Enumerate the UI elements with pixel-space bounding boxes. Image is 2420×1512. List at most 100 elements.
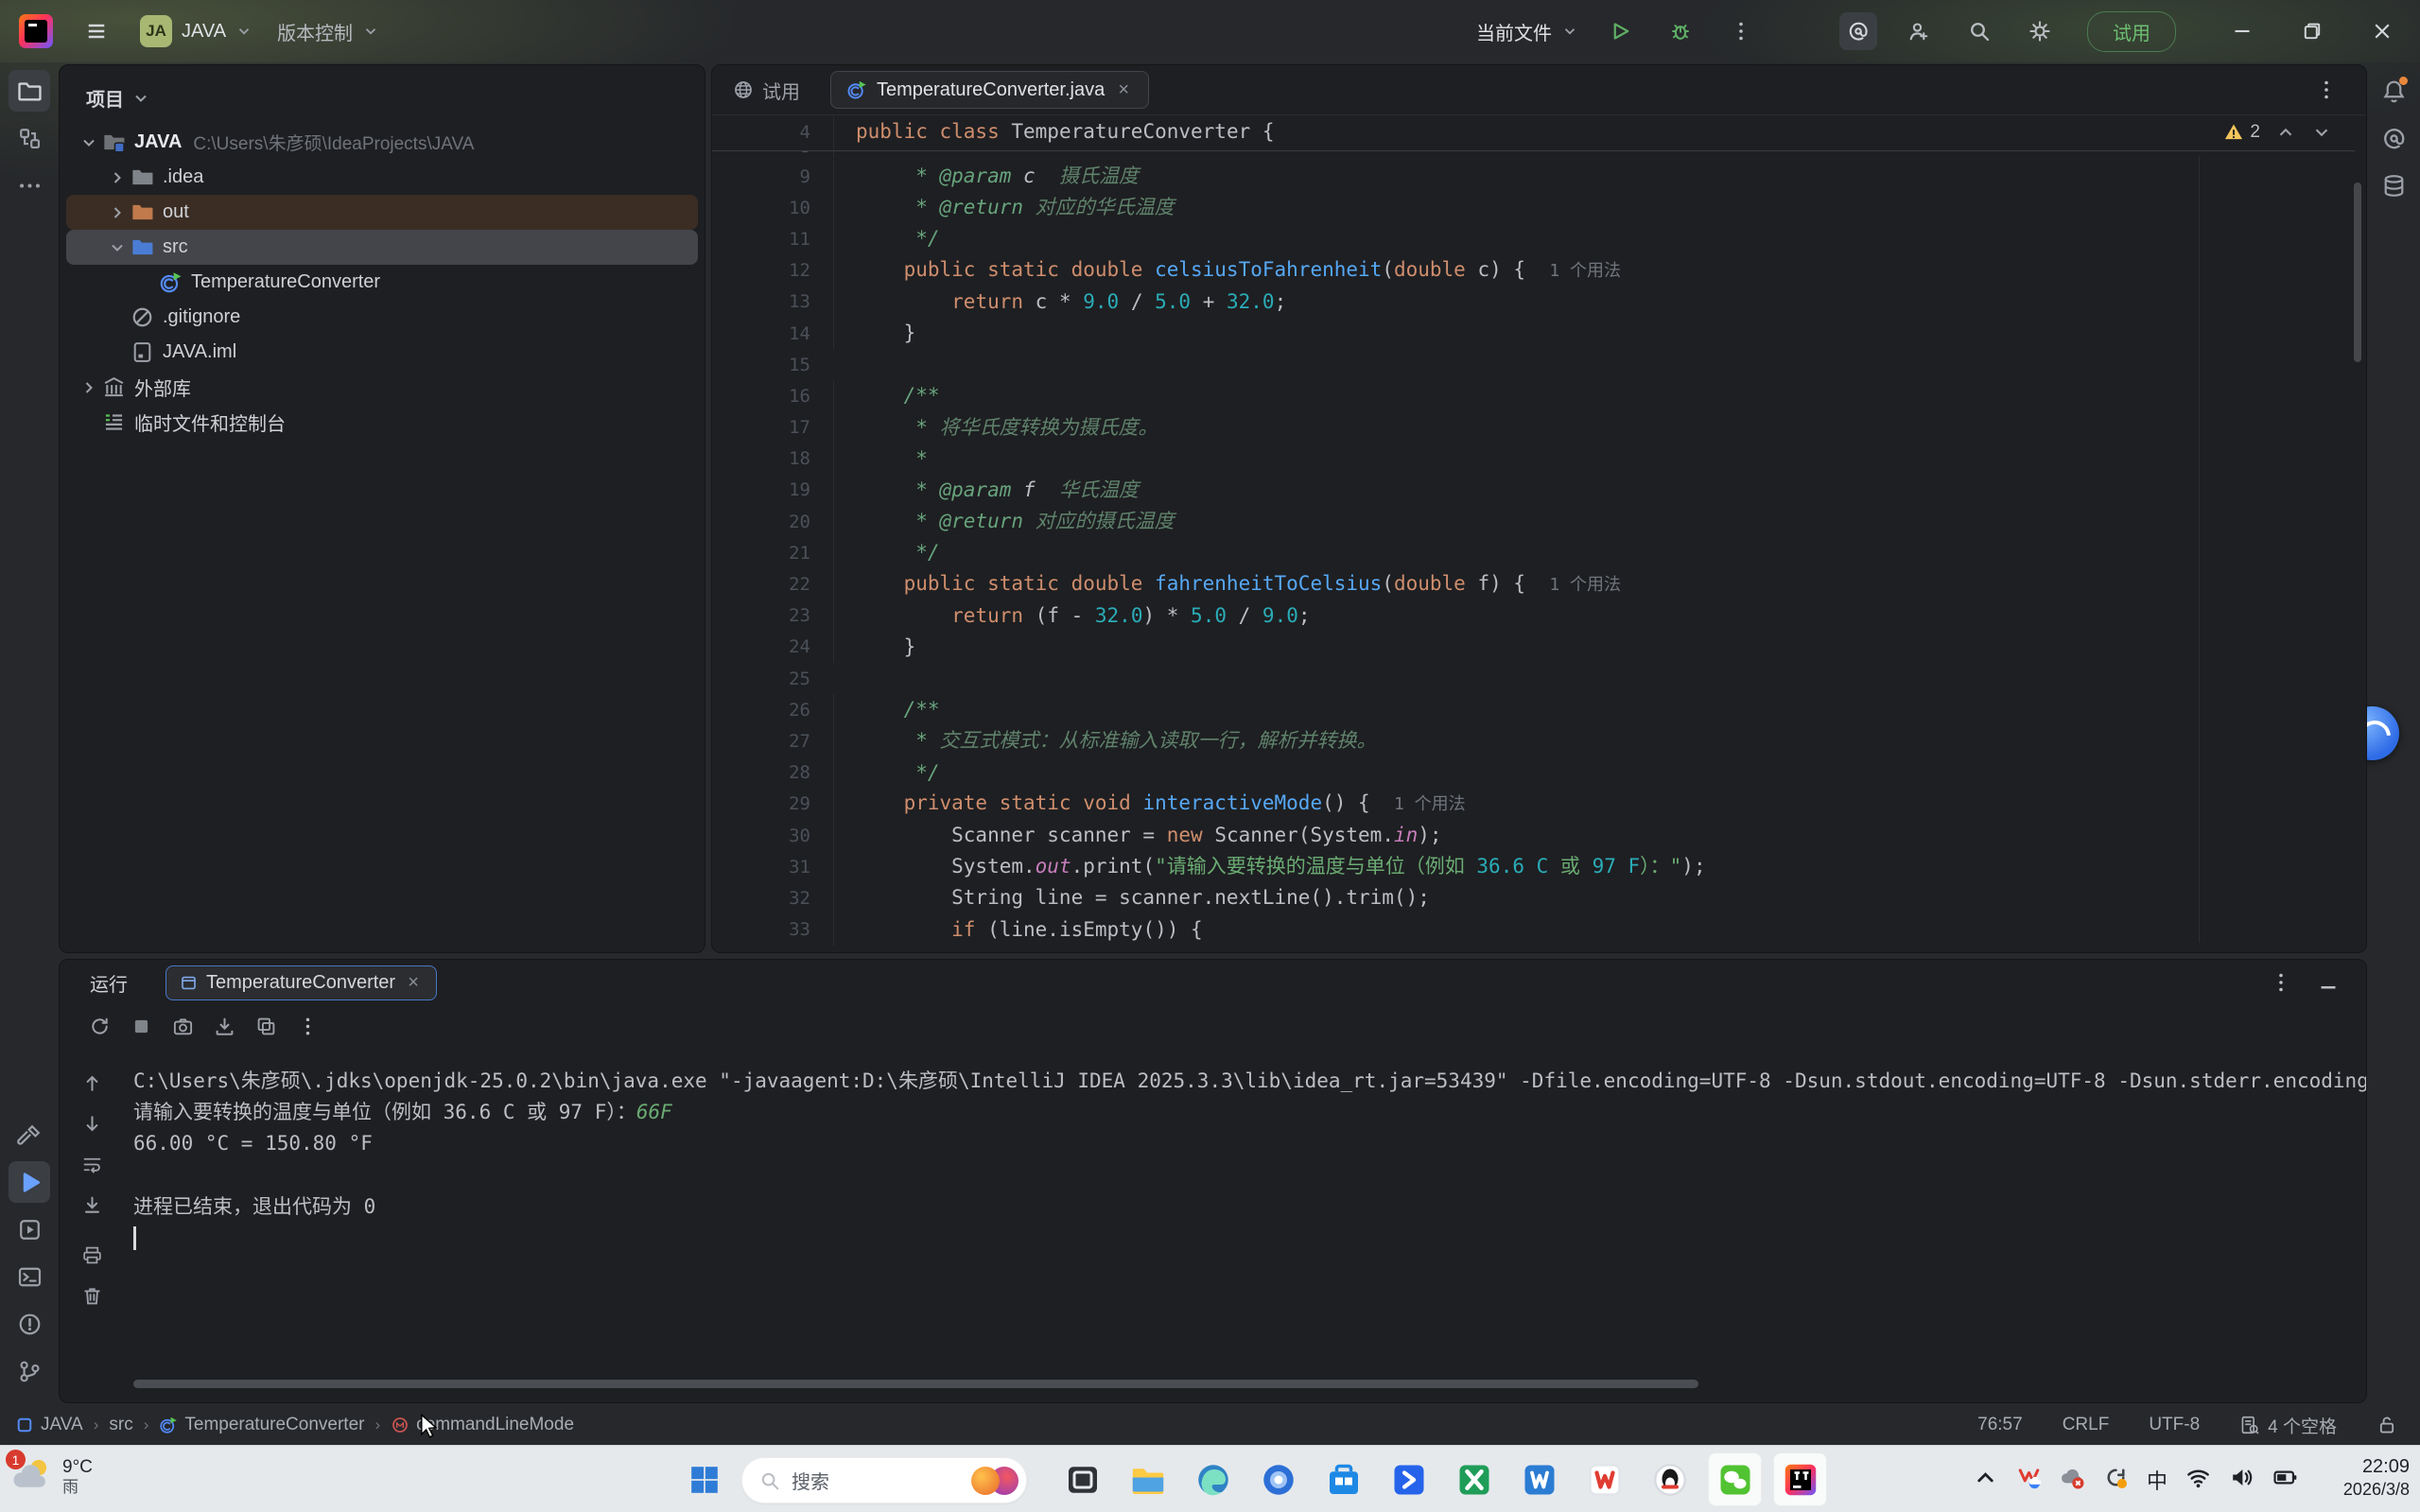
line-number[interactable]: 33 (712, 919, 833, 940)
taskbar-app-qq[interactable] (1643, 1452, 1697, 1506)
settings-button[interactable] (2021, 12, 2059, 50)
sticky-line[interactable]: 4public class TemperatureConverter { (712, 115, 2355, 151)
inspection-widget[interactable]: 2 (2223, 122, 2332, 143)
tree-item-out-folder[interactable]: out (66, 195, 698, 230)
code-line-33[interactable]: 33 if (line.isEmpty()) { (712, 914, 2355, 946)
line-number[interactable]: 8 (712, 151, 833, 157)
stop-button[interactable] (124, 1009, 158, 1043)
line-number[interactable]: 28 (712, 762, 833, 783)
code-line-14[interactable]: 14 } (712, 318, 2355, 349)
code-line-11[interactable]: 11 */ (712, 223, 2355, 254)
code-line-26[interactable]: 26 /** (712, 694, 2355, 725)
taskbar-app-edge[interactable] (1186, 1452, 1240, 1506)
more-actions-button[interactable] (1722, 12, 1760, 50)
taskbar-app-word[interactable] (1512, 1452, 1566, 1506)
tree-item-src-folder[interactable]: src (66, 230, 698, 265)
taskbar-app-task-view[interactable] (1055, 1452, 1109, 1506)
line-number[interactable]: 18 (712, 448, 833, 469)
code-line-22[interactable]: 22 public static double fahrenheitToCels… (712, 568, 2355, 600)
code-line-23[interactable]: 23 return (f - 32.0) * 5.0 / 9.0; (712, 600, 2355, 632)
tool-window-structure-button[interactable] (9, 117, 50, 159)
tray-tray-chevron[interactable] (1973, 1465, 1998, 1495)
tool-window-more-button[interactable] (9, 165, 50, 206)
line-number[interactable]: 4 (712, 122, 833, 143)
run-tab-close-icon[interactable]: × (404, 972, 423, 994)
line-number[interactable]: 23 (712, 605, 833, 626)
breadcrumb-src[interactable]: src (109, 1415, 132, 1435)
tool-window-problems-button[interactable] (9, 1303, 50, 1345)
tab-trial[interactable]: 试用 (733, 77, 800, 104)
minimize-button[interactable] (2223, 12, 2261, 50)
line-number[interactable]: 14 (712, 323, 833, 344)
vcs-widget[interactable]: 版本控制 (277, 18, 379, 45)
line-number[interactable]: 20 (712, 512, 833, 532)
tool-window-run-button[interactable] (9, 1161, 50, 1203)
restore-button[interactable] (2293, 12, 2331, 50)
printer-button[interactable] (75, 1238, 109, 1272)
taskbar-app-idea[interactable] (1773, 1452, 1827, 1506)
tray-volume[interactable] (2229, 1465, 2255, 1495)
line-number[interactable]: 25 (712, 669, 833, 689)
clock-widget[interactable]: 22:09 2026/3/8 (2319, 1454, 2410, 1501)
code-line-20[interactable]: 20 * @return 对应的摄氏温度 (712, 506, 2355, 537)
line-number[interactable]: 15 (712, 355, 833, 375)
tree-item-class-temperatureconverter[interactable]: TemperatureConverter (66, 265, 698, 300)
softwrap-button[interactable] (75, 1147, 109, 1181)
line-number[interactable]: 30 (712, 826, 833, 846)
line-number[interactable]: 17 (712, 417, 833, 438)
tree-item-scratches[interactable]: 临时文件和控制台 (66, 405, 698, 440)
line-number[interactable]: 19 (712, 479, 833, 500)
tray-onedrive-error[interactable] (2060, 1465, 2085, 1495)
code-line-15[interactable]: 15 (712, 349, 2355, 380)
tree-item-gitignore-file[interactable]: .gitignore (66, 300, 698, 335)
tray-wifi[interactable] (2185, 1465, 2211, 1495)
taskbar-search[interactable]: 搜索 (741, 1457, 1027, 1503)
start-button[interactable] (683, 1458, 725, 1501)
arrow-down-button[interactable] (75, 1106, 109, 1140)
taskbar-app-excel[interactable] (1447, 1452, 1501, 1506)
search-everywhere-button[interactable] (1960, 12, 1998, 50)
code-line-9[interactable]: 9 * @param c 摄氏温度 (712, 161, 2355, 192)
readonly-toggle[interactable] (2376, 1415, 2397, 1435)
tree-item-module-iml-file[interactable]: JAVA.iml (66, 335, 698, 370)
code-line-21[interactable]: 21 */ (712, 537, 2355, 568)
tab-close-icon[interactable]: × (1114, 79, 1133, 101)
encoding-widget[interactable]: UTF-8 (2149, 1415, 2200, 1435)
tool-window-notifications-button[interactable] (2373, 70, 2414, 112)
chevron-up-icon[interactable] (2275, 122, 2296, 143)
code-line-25[interactable]: 25 (712, 663, 2355, 694)
code-line-8[interactable]: 8 * (712, 151, 2355, 159)
trash-button[interactable] (75, 1278, 109, 1312)
line-number[interactable]: 31 (712, 857, 833, 878)
tool-window-database-button[interactable] (2373, 165, 2414, 206)
tray-battery[interactable] (2272, 1465, 2298, 1495)
code-line-4[interactable]: 4public class TemperatureConverter { (712, 115, 2355, 149)
tab-options-button[interactable] (2307, 71, 2345, 109)
code-line-12[interactable]: 12 public static double celsiusToFahrenh… (712, 255, 2355, 287)
tab-temperatureconverter[interactable]: TemperatureConverter.java × (830, 71, 1149, 109)
indent-widget[interactable]: 4 个空格 (2239, 1413, 2337, 1438)
line-number[interactable]: 22 (712, 574, 833, 595)
taskbar-app-browser[interactable] (1251, 1452, 1305, 1506)
breadcrumb-java[interactable]: JAVA (15, 1415, 83, 1435)
taskbar-app-wechat[interactable] (1708, 1452, 1762, 1506)
line-number[interactable]: 9 (712, 166, 833, 187)
import-button[interactable] (207, 1009, 241, 1043)
code-line-17[interactable]: 17 * 将华氏度转换为摄氏度。 (712, 412, 2355, 443)
project-panel-header[interactable]: 项目 (60, 65, 705, 125)
scroll-end-button[interactable] (75, 1188, 109, 1222)
line-number[interactable]: 11 (712, 229, 833, 250)
code-with-me-button[interactable] (1900, 12, 1938, 50)
ime-indicator[interactable]: 中 (2147, 1465, 2168, 1495)
line-number[interactable]: 16 (712, 386, 833, 407)
tree-item-external-libraries[interactable]: 外部库 (66, 370, 698, 405)
code-line-24[interactable]: 24 } (712, 632, 2355, 663)
line-number[interactable]: 13 (712, 291, 833, 312)
taskbar-app-dev-app[interactable] (1382, 1452, 1436, 1506)
code-line-18[interactable]: 18 * (712, 443, 2355, 475)
code-line-13[interactable]: 13 return c * 9.0 / 5.0 + 32.0; (712, 287, 2355, 318)
camera-button[interactable] (165, 1009, 200, 1043)
tool-window-terminal-button[interactable] (9, 1256, 50, 1297)
chevron-down-icon[interactable] (2311, 122, 2332, 143)
taskbar-app-file-explorer[interactable] (1121, 1452, 1175, 1506)
